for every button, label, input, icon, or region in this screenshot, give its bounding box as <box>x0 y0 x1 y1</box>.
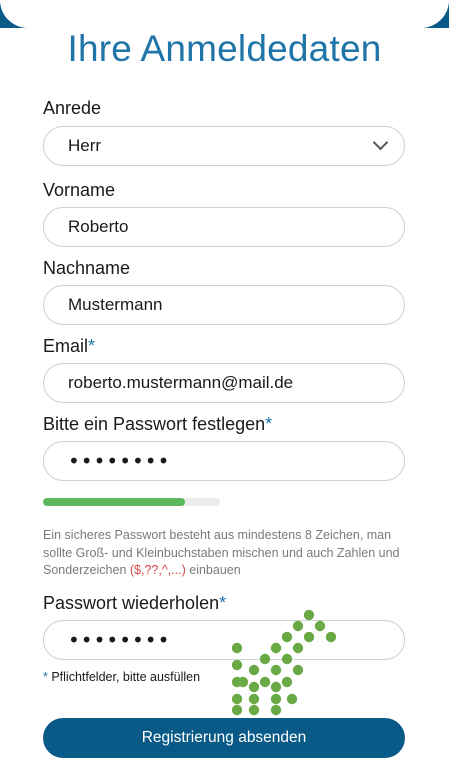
top-left-corner <box>0 0 28 28</box>
last-name-value: Mustermann <box>68 295 163 314</box>
first-name-field[interactable]: Roberto <box>43 207 405 247</box>
password-strength-fill <box>43 498 185 506</box>
last-name-label: Nachname <box>43 258 131 278</box>
password-label: Bitte ein Passwort festlegen* <box>43 414 273 434</box>
loading-dot <box>292 664 304 676</box>
mandatory-note: * Pflichtfelder, bitte ausfüllen <box>43 670 201 684</box>
loading-dot <box>248 693 260 705</box>
email-label: Email* <box>43 336 96 356</box>
password-repeat-field[interactable]: •••••••• <box>43 620 405 660</box>
special-chars-example: ($,??,^,...) <box>129 563 186 577</box>
password-strength-bar <box>43 498 220 506</box>
password-repeat-value: •••••••• <box>68 628 171 652</box>
password-repeat-label: Passwort wiederholen* <box>43 593 227 613</box>
page-title: Ihre Anmeldedaten <box>67 28 382 69</box>
loading-dot <box>231 704 243 716</box>
email-field[interactable]: roberto.mustermann@mail.de <box>43 363 405 403</box>
loading-dot <box>248 681 260 693</box>
loading-dot <box>231 693 243 705</box>
loading-dot <box>281 676 293 688</box>
loading-dot <box>270 664 282 676</box>
first-name-label: Vorname <box>43 180 116 200</box>
chevron-down-icon <box>372 134 389 151</box>
loading-dot <box>248 704 260 716</box>
loading-dot <box>259 676 271 688</box>
loading-dot <box>270 681 282 693</box>
password-hint: Ein sicheres Passwort besteht aus mindes… <box>43 528 400 577</box>
password-value: •••••••• <box>68 449 171 473</box>
salutation-select[interactable]: Herr <box>43 126 405 166</box>
loading-dot <box>231 676 243 688</box>
salutation-value: Herr <box>68 136 102 155</box>
salutation-label: Anrede <box>43 98 102 118</box>
loading-dot <box>303 609 315 621</box>
password-field[interactable]: •••••••• <box>43 441 405 481</box>
loading-dot <box>270 693 282 705</box>
required-marker: * <box>88 336 96 356</box>
submit-button[interactable]: Registrierung absenden <box>43 718 405 758</box>
loading-dot <box>231 659 243 671</box>
last-name-field[interactable]: Mustermann <box>43 285 405 325</box>
email-value: roberto.mustermann@mail.de <box>68 373 294 392</box>
loading-dot <box>286 693 298 705</box>
loading-dot <box>248 664 260 676</box>
first-name-value: Roberto <box>68 217 129 236</box>
required-marker: * <box>265 414 273 434</box>
loading-dot <box>237 676 249 688</box>
top-right-corner <box>421 0 449 28</box>
required-marker: * <box>219 593 227 613</box>
loading-dot <box>270 704 282 716</box>
